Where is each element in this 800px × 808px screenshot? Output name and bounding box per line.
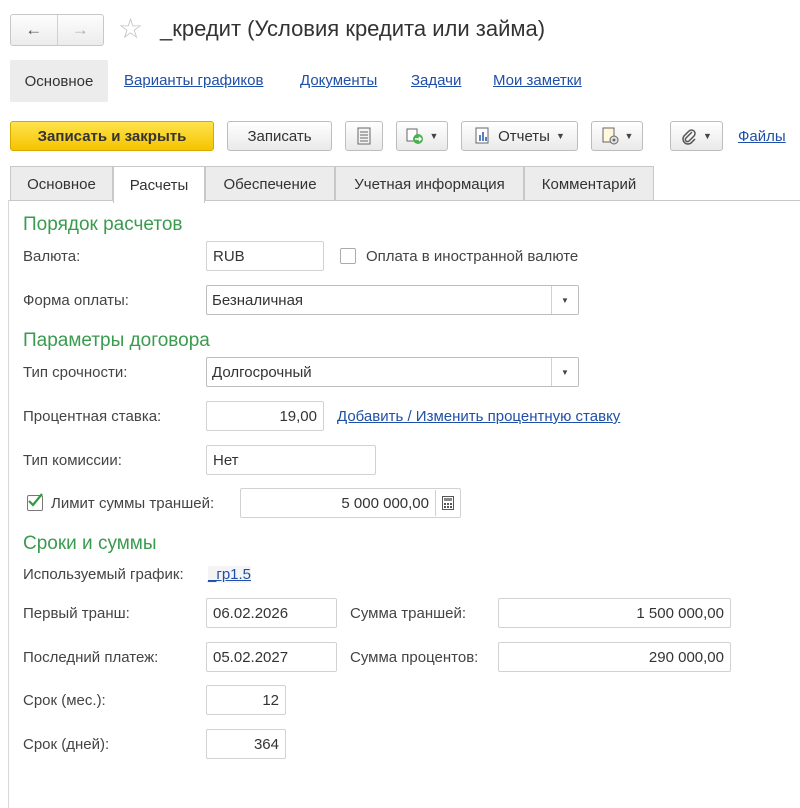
section-title-terms: Сроки и суммы	[23, 533, 157, 554]
tranches-sum-label: Сумма траншей:	[350, 605, 467, 622]
section-title-payment: Порядок расчетов	[23, 214, 183, 235]
reports-icon	[475, 127, 489, 144]
dropdown-arrow-icon[interactable]: ▼	[551, 286, 578, 314]
tab-main[interactable]: Основное	[10, 166, 113, 201]
save-and-close-button[interactable]: Записать и закрыть	[10, 121, 214, 151]
page-title: _кредит (Условия кредита или займа)	[160, 16, 546, 41]
print-button[interactable]: ▼	[591, 121, 643, 151]
checkmark-icon	[28, 493, 43, 507]
chevron-down-icon: ▼	[703, 131, 712, 141]
panel-border	[8, 200, 9, 808]
schedule-label: Используемый график:	[23, 566, 184, 583]
tab-comment[interactable]: Комментарий	[524, 166, 654, 201]
reports-label: Отчеты	[498, 127, 550, 145]
section-title-contract: Параметры договора	[23, 330, 210, 351]
commission-label: Тип комиссии:	[23, 452, 122, 469]
nav-main[interactable]: Основное	[10, 60, 108, 102]
tranche-limit-value: 5 000 000,00	[341, 494, 429, 512]
paperclip-icon	[682, 129, 696, 145]
currency-field[interactable]: RUB	[206, 241, 324, 271]
change-rate-link[interactable]: Добавить / Изменить процентную ставку	[337, 408, 620, 425]
schedule-link[interactable]: _гр1.5	[208, 566, 252, 583]
tranche-limit-field[interactable]: 5 000 000,00	[240, 488, 461, 518]
foreign-currency-label: Оплата в иностранной валюте	[366, 248, 579, 265]
calculator-icon[interactable]	[435, 490, 460, 516]
tab-collateral[interactable]: Обеспечение	[205, 166, 335, 201]
months-label: Срок (мес.):	[23, 692, 106, 709]
interest-sum-label: Сумма процентов:	[350, 649, 479, 666]
forward-arrow-icon[interactable]: →	[56, 15, 104, 45]
create-based-on-button[interactable]: ▼	[396, 121, 448, 151]
foreign-currency-checkbox[interactable]	[340, 248, 356, 264]
document-list-icon	[357, 127, 371, 145]
back-arrow-icon[interactable]: ←	[11, 15, 57, 45]
chevron-down-icon: ▼	[555, 131, 565, 141]
currency-label: Валюта:	[23, 248, 81, 265]
attachments-button[interactable]: ▼	[670, 121, 723, 151]
nav-schedule-variants[interactable]: Варианты графиков	[124, 72, 263, 89]
tab-accounting-info[interactable]: Учетная информация	[335, 166, 524, 201]
days-label: Срок (дней):	[23, 736, 110, 753]
first-tranche-label: Первый транш:	[23, 605, 130, 622]
files-link[interactable]: Файлы	[738, 128, 786, 145]
interest-rate-field[interactable]: 19,00	[206, 401, 324, 431]
payment-form-label: Форма оплаты:	[23, 292, 129, 309]
history-nav: ← →	[10, 14, 104, 46]
term-type-label: Тип срочности:	[23, 364, 128, 381]
tranches-sum-field[interactable]: 1 500 000,00	[498, 598, 731, 628]
print-settings-icon	[602, 127, 619, 145]
term-type-value: Долгосрочный	[212, 363, 312, 381]
first-tranche-date-field[interactable]: 06.02.2026	[206, 598, 337, 628]
chevron-down-icon: ▼	[624, 131, 634, 141]
interest-sum-field[interactable]: 290 000,00	[498, 642, 731, 672]
tab-settlements[interactable]: Расчеты	[113, 166, 205, 203]
commission-type-field[interactable]: Нет	[206, 445, 376, 475]
reports-button[interactable]: Отчеты ▼	[461, 121, 578, 151]
nav-documents[interactable]: Документы	[300, 72, 377, 89]
limit-label: Лимит суммы траншей:	[51, 495, 215, 512]
term-type-select[interactable]: Долгосрочный ▼	[206, 357, 579, 387]
create-based-on-icon	[406, 128, 423, 144]
nav-tasks[interactable]: Задачи	[411, 72, 461, 89]
document-list-button[interactable]	[345, 121, 383, 151]
nav-my-notes[interactable]: Мои заметки	[493, 72, 582, 89]
payment-form-value: Безналичная	[212, 291, 304, 309]
last-payment-date-field[interactable]: 05.02.2027	[206, 642, 337, 672]
rate-label: Процентная ставка:	[23, 408, 162, 425]
favorite-star-icon[interactable]: ☆	[118, 14, 143, 44]
dropdown-arrow-icon[interactable]: ▼	[551, 358, 578, 386]
last-payment-label: Последний платеж:	[23, 649, 159, 666]
term-months-field[interactable]: 12	[206, 685, 286, 715]
term-days-field[interactable]: 364	[206, 729, 286, 759]
payment-form-select[interactable]: Безналичная ▼	[206, 285, 579, 315]
chevron-down-icon: ▼	[429, 131, 439, 141]
save-button[interactable]: Записать	[227, 121, 332, 151]
limit-checkbox[interactable]	[27, 493, 43, 511]
